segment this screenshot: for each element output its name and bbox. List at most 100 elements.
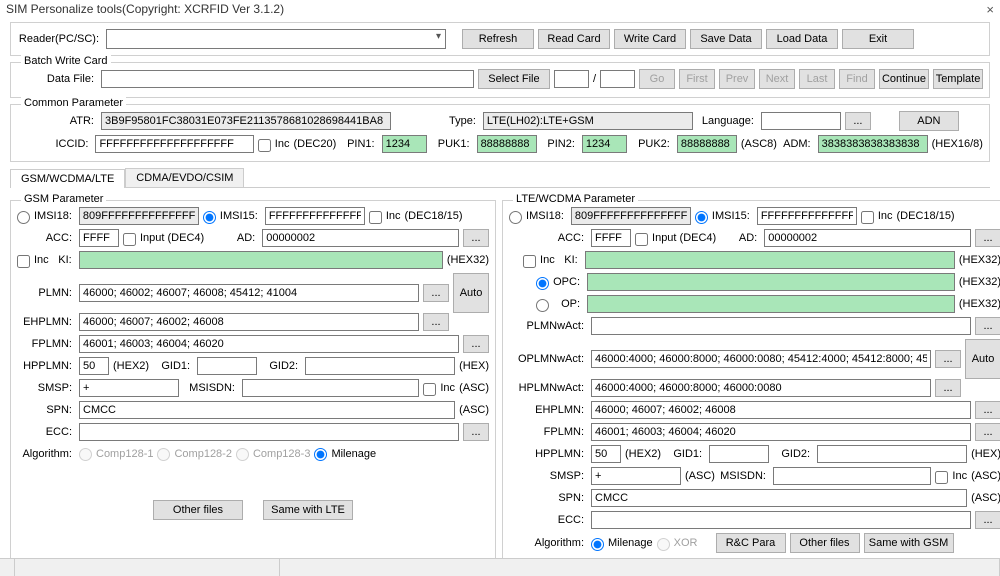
lte-imsi-inc-check[interactable] <box>861 211 874 224</box>
iccid-inc-check[interactable] <box>258 139 271 152</box>
batch-seq2-input[interactable] <box>600 70 635 88</box>
lte-input-dec4-check[interactable] <box>635 233 648 246</box>
lte-ehplmn-ellipsis[interactable]: ... <box>975 401 1000 419</box>
gsm-fplmn-input[interactable] <box>79 335 459 353</box>
iccid-input[interactable] <box>95 135 253 153</box>
lte-hpplmn-input[interactable] <box>591 445 621 463</box>
gsm-auto-button[interactable]: Auto <box>453 273 489 313</box>
lte-fplmn-ellipsis[interactable]: ... <box>975 423 1000 441</box>
tab-cdma-evdo-csim[interactable]: CDMA/EVDO/CSIM <box>125 168 244 187</box>
lte-hplmnwact-input[interactable] <box>591 379 931 397</box>
gsm-imsi-inc-check[interactable] <box>369 211 382 224</box>
lte-oplmnwact-input[interactable] <box>591 350 931 368</box>
gsm-same-lte-button[interactable]: Same with LTE <box>263 500 353 520</box>
find-button[interactable]: Find <box>839 69 875 89</box>
gsm-smsp-input[interactable] <box>79 379 179 397</box>
lte-gid1-input[interactable] <box>709 445 769 463</box>
lte-rc-para-button[interactable]: R&C Para <box>716 533 786 553</box>
lte-msisdn-input[interactable] <box>773 467 931 485</box>
lte-ki-input[interactable] <box>585 251 955 269</box>
gsm-ecc-input[interactable] <box>79 423 459 441</box>
tab-gsm-wcdma-lte[interactable]: GSM/WCDMA/LTE <box>10 169 125 188</box>
next-button[interactable]: Next <box>759 69 795 89</box>
gsm-imsi15-radio[interactable] <box>203 211 216 224</box>
gsm-ecc-ellipsis[interactable]: ... <box>463 423 489 441</box>
lte-ad-ellipsis[interactable]: ... <box>975 229 1000 247</box>
gsm-ad-ellipsis[interactable]: ... <box>463 229 489 247</box>
lte-hplmnwact-ellipsis[interactable]: ... <box>935 379 961 397</box>
lang-input[interactable] <box>761 112 841 130</box>
lte-plmnwact-ellipsis[interactable]: ... <box>975 317 1000 335</box>
lte-opc-input[interactable] <box>587 273 955 291</box>
gsm-gid2-input[interactable] <box>305 357 455 375</box>
lte-ehplmn-input[interactable] <box>591 401 971 419</box>
last-button[interactable]: Last <box>799 69 835 89</box>
prev-button[interactable]: Prev <box>719 69 755 89</box>
lte-op-radio[interactable] <box>536 299 549 312</box>
gsm-imsi15-input[interactable] <box>265 207 365 225</box>
lte-ad-input[interactable] <box>764 229 971 247</box>
gsm-plmn-ellipsis[interactable]: ... <box>423 284 449 302</box>
gsm-plmn-input[interactable] <box>79 284 419 302</box>
pin2-input[interactable] <box>582 135 627 153</box>
save-data-button[interactable]: Save Data <box>690 29 762 49</box>
lte-oplmnwact-ellipsis[interactable]: ... <box>935 350 961 368</box>
puk1-input[interactable] <box>477 135 537 153</box>
reader-dropdown[interactable] <box>106 29 446 49</box>
lte-imsi15-radio[interactable] <box>695 211 708 224</box>
datafile-input[interactable] <box>101 70 474 88</box>
write-card-button[interactable]: Write Card <box>614 29 686 49</box>
template-button[interactable]: Template <box>933 69 983 89</box>
batch-seq1-input[interactable] <box>554 70 589 88</box>
gsm-alg4-radio[interactable] <box>314 448 327 461</box>
lte-fplmn-input[interactable] <box>591 423 971 441</box>
refresh-button[interactable]: Refresh <box>462 29 534 49</box>
exit-button[interactable]: Exit <box>842 29 914 49</box>
lte-ki-inc-check[interactable] <box>523 255 536 268</box>
adm-input[interactable] <box>818 135 928 153</box>
gsm-ehplmn-ellipsis[interactable]: ... <box>423 313 449 331</box>
lte-imsi15-input[interactable] <box>757 207 857 225</box>
lte-op-input[interactable] <box>587 295 955 313</box>
gsm-gid1-input[interactable] <box>197 357 257 375</box>
lte-other-files-button[interactable]: Other files <box>790 533 860 553</box>
gsm-ki-inc-check[interactable] <box>17 255 30 268</box>
lte-plmnwact-input[interactable] <box>591 317 971 335</box>
gsm-imsi18-radio[interactable] <box>17 211 30 224</box>
load-data-button[interactable]: Load Data <box>766 29 838 49</box>
lte-ecc-ellipsis[interactable]: ... <box>975 511 1000 529</box>
pin1-input[interactable] <box>382 135 427 153</box>
gsm-ehplmn-input[interactable] <box>79 313 419 331</box>
gsm-ad-input[interactable] <box>262 229 459 247</box>
first-button[interactable]: First <box>679 69 715 89</box>
lte-same-gsm-button[interactable]: Same with GSM <box>864 533 954 553</box>
gsm-fplmn-ellipsis[interactable]: ... <box>463 335 489 353</box>
lte-spn-input[interactable] <box>591 489 967 507</box>
lte-gid2-input[interactable] <box>817 445 967 463</box>
gsm-ki-input[interactable] <box>79 251 443 269</box>
gsm-input-dec4-check[interactable] <box>123 233 136 246</box>
lang-ellipsis[interactable]: ... <box>845 112 871 130</box>
select-file-button[interactable]: Select File <box>478 69 550 89</box>
gsm-msisdn-inc-check[interactable] <box>423 383 436 396</box>
gsm-acc-input[interactable] <box>79 229 119 247</box>
gsm-spn-input[interactable] <box>79 401 455 419</box>
lte-smsp-input[interactable] <box>591 467 681 485</box>
lte-msisdn-inc-check[interactable] <box>935 471 948 484</box>
gsm-other-files-button[interactable]: Other files <box>153 500 243 520</box>
lte-opc-radio[interactable] <box>536 277 549 290</box>
lte-alg1-radio[interactable] <box>591 538 604 551</box>
puk2-input[interactable] <box>677 135 737 153</box>
adn-button[interactable]: ADN <box>899 111 959 131</box>
close-icon[interactable]: × <box>986 2 994 17</box>
lte-acc-input[interactable] <box>591 229 631 247</box>
continue-button[interactable]: Continue <box>879 69 929 89</box>
lte-acc-label: ACC: <box>509 232 587 244</box>
lte-imsi18-radio[interactable] <box>509 211 522 224</box>
go-button[interactable]: Go <box>639 69 675 89</box>
lte-auto-button[interactable]: Auto <box>965 339 1000 379</box>
gsm-msisdn-input[interactable] <box>242 379 419 397</box>
lte-ecc-input[interactable] <box>591 511 971 529</box>
gsm-hpplmn-input[interactable] <box>79 357 109 375</box>
read-card-button[interactable]: Read Card <box>538 29 610 49</box>
